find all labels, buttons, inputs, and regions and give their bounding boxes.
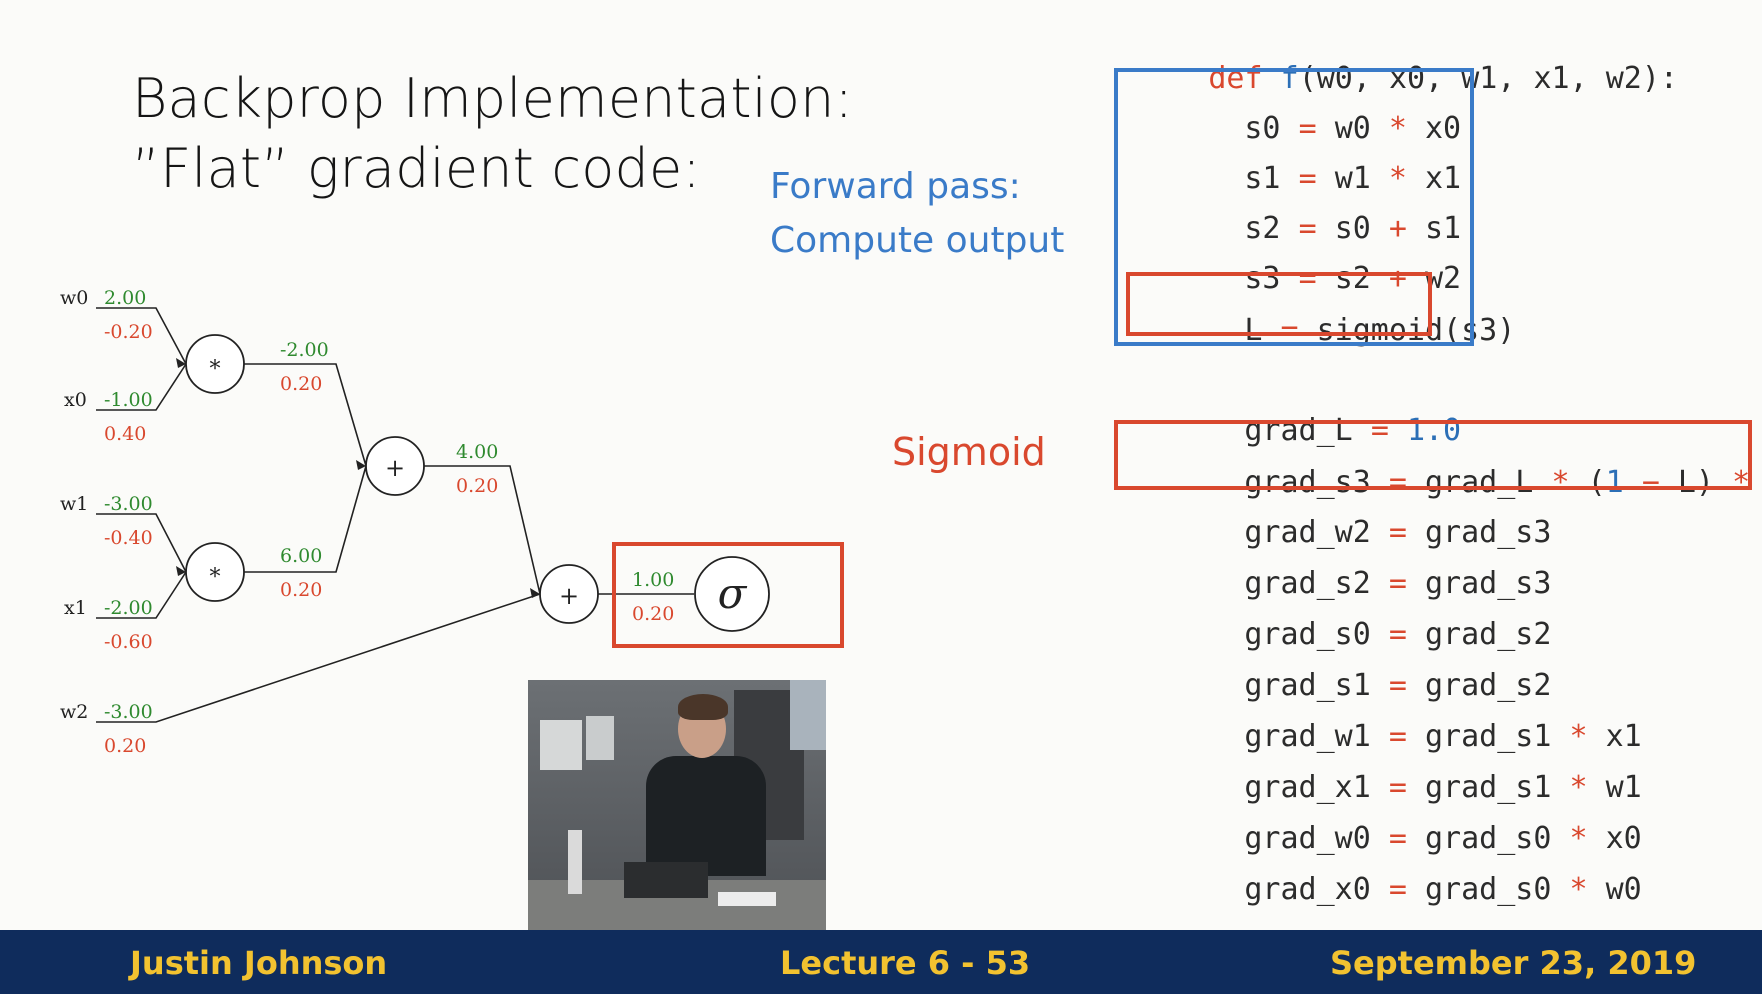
add1-grad: 0.20 [456, 475, 498, 497]
sigmoid-label: Sigmoid [892, 430, 1046, 474]
graph-edges [96, 307, 694, 723]
mul-top-value: -2.00 [280, 339, 329, 361]
sigmoid-node-highlight [612, 542, 844, 648]
add1-value: 4.00 [456, 441, 498, 463]
input-grad-w2: 0.20 [104, 735, 146, 757]
slide: Backprop Implementation: ”Flat” gradient… [0, 0, 1762, 994]
input-name-w0: w0 [60, 287, 88, 309]
mul-top-grad: 0.20 [280, 373, 322, 395]
input-value-x0: -1.00 [104, 389, 153, 411]
add1-symbol: + [385, 454, 405, 482]
mul-bottom-grad: 0.20 [280, 579, 322, 601]
input-name-w1: w1 [60, 493, 88, 515]
input-name-w2: w2 [60, 701, 88, 723]
mul-bottom-symbol: * [210, 565, 221, 590]
input-name-x1: x1 [64, 597, 87, 619]
input-name-x0: x0 [64, 389, 87, 411]
footer-date: September 23, 2019 [1330, 944, 1697, 982]
slide-footer: Justin Johnson Lecture 6 - 53 September … [0, 930, 1762, 994]
sigmoid-grad-highlight [1114, 420, 1752, 490]
mul-bottom-value: 6.00 [280, 545, 322, 567]
footer-lecture: Lecture 6 - 53 [780, 944, 1031, 982]
mul-top-symbol: * [210, 357, 221, 382]
computational-graph: * * + + σ w0 2.00 -0.20 x0 -1.00 0.40 w1… [60, 287, 770, 757]
footer-author: Justin Johnson [130, 944, 388, 982]
input-grad-x1: -0.60 [104, 631, 153, 653]
input-value-w1: -3.00 [104, 493, 153, 515]
input-grad-w1: -0.40 [104, 527, 153, 549]
add2-symbol: + [559, 582, 579, 610]
input-grad-w0: -0.20 [104, 321, 153, 343]
loss-line-highlight [1126, 272, 1432, 336]
input-value-w2: -3.00 [104, 701, 153, 723]
speaker-video [528, 680, 826, 930]
code-line-grad-x0: grad_x0 = grad_s0 * w0 [1244, 872, 1642, 907]
input-grad-x0: 0.40 [104, 423, 146, 445]
input-value-w0: 2.00 [104, 287, 146, 309]
input-value-x1: -2.00 [104, 597, 153, 619]
